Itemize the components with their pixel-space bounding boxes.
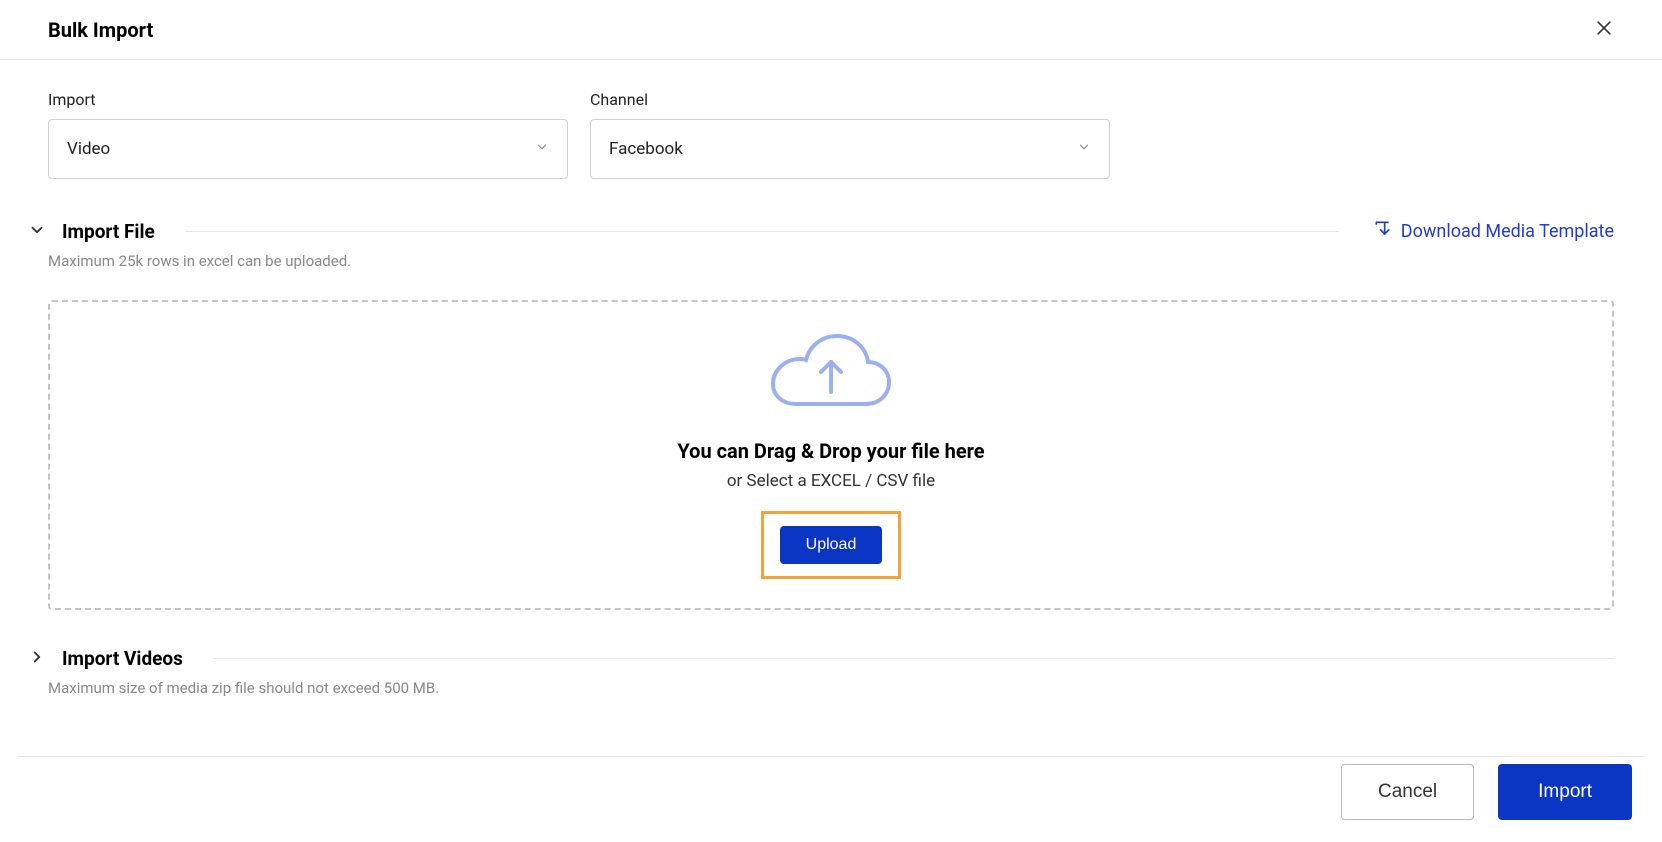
file-dropzone[interactable]: You can Drag & Drop your file here or Se…	[48, 300, 1614, 610]
chevron-right-icon	[28, 648, 46, 669]
dialog-title: Bulk Import	[48, 18, 153, 42]
filters-row: Import Video Channel Facebook	[48, 90, 1614, 179]
upload-highlight-frame: Upload	[761, 511, 902, 579]
cancel-button[interactable]: Cancel	[1341, 764, 1474, 820]
close-icon	[1594, 18, 1614, 41]
import-label: Import	[48, 90, 568, 109]
collapse-toggle-file[interactable]	[26, 219, 48, 244]
chevron-down-icon	[1077, 139, 1091, 159]
footer-divider	[18, 756, 1644, 757]
import-videos-subtitle: Maximum size of media zip file should no…	[48, 679, 1614, 697]
upload-button[interactable]: Upload	[780, 526, 883, 564]
import-select[interactable]: Video	[48, 119, 568, 179]
import-videos-section: Import Videos Maximum size of media zip …	[48, 646, 1614, 697]
channel-field-group: Channel Facebook	[590, 90, 1110, 179]
dropzone-subtitle: or Select a EXCEL / CSV file	[727, 471, 935, 491]
chevron-down-icon	[535, 139, 549, 159]
divider	[185, 231, 1339, 232]
import-field-group: Import Video	[48, 90, 568, 179]
divider	[213, 658, 1614, 659]
close-button[interactable]	[1590, 14, 1618, 45]
cloud-upload-icon	[771, 332, 891, 421]
import-file-title: Import File	[62, 220, 155, 243]
import-file-subtitle: Maximum 25k rows in excel can be uploade…	[48, 252, 1614, 270]
import-file-section: Import File Download Media Template Maxi…	[48, 219, 1614, 610]
chevron-down-icon	[28, 221, 46, 242]
download-template-label: Download Media Template	[1401, 221, 1614, 242]
channel-select-value: Facebook	[609, 139, 683, 159]
dialog-header: Bulk Import	[0, 0, 1662, 60]
import-videos-title: Import Videos	[62, 647, 183, 670]
dropzone-title: You can Drag & Drop your file here	[677, 439, 984, 463]
channel-select[interactable]: Facebook	[590, 119, 1110, 179]
channel-label: Channel	[590, 90, 1110, 109]
import-select-value: Video	[67, 139, 110, 159]
import-button[interactable]: Import	[1498, 764, 1632, 820]
download-icon	[1373, 219, 1393, 244]
collapse-toggle-videos[interactable]	[26, 646, 48, 671]
download-template-link[interactable]: Download Media Template	[1373, 219, 1614, 244]
dialog-footer: Cancel Import	[1341, 764, 1632, 820]
